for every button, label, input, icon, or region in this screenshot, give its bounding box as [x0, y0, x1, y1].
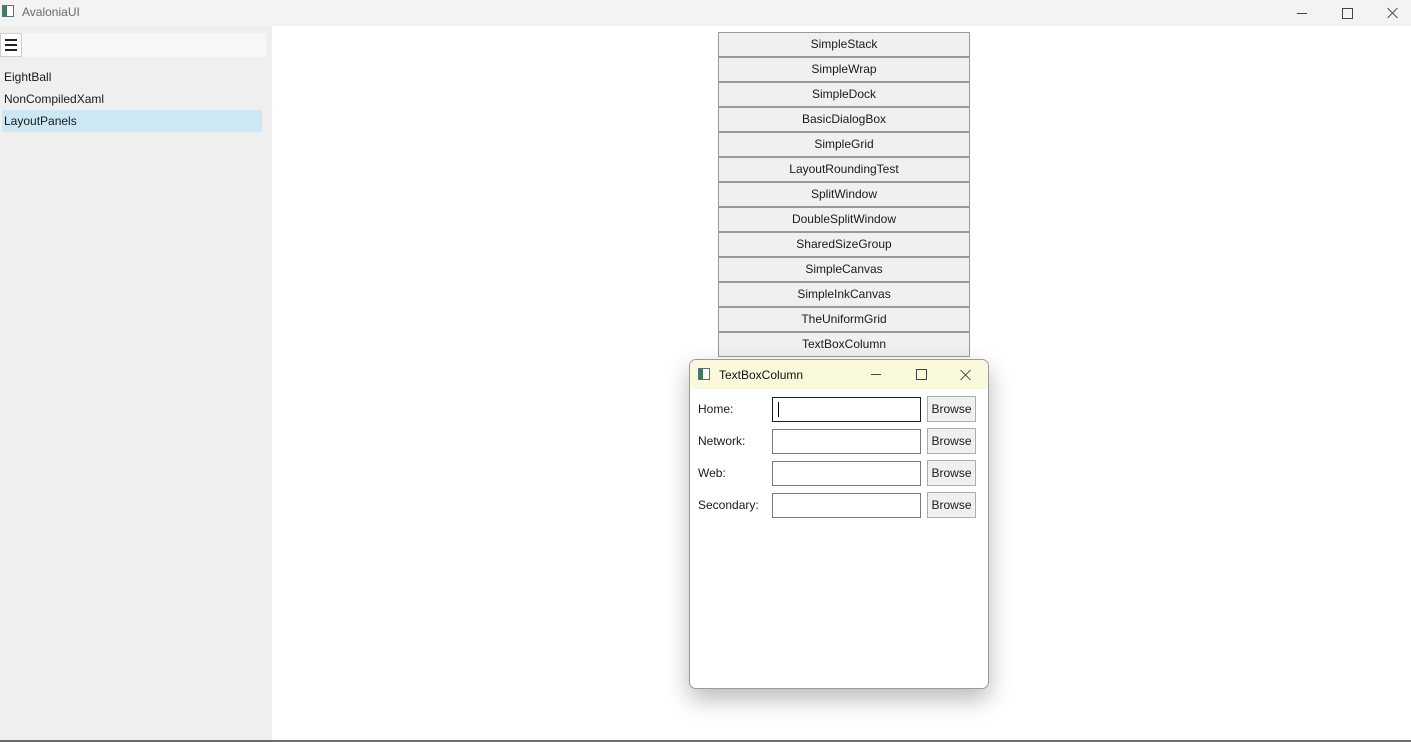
- hamburger-icon-line: [5, 44, 17, 46]
- dialog-title-bar: TextBoxColumn: [690, 360, 988, 389]
- doublesplitwindow-button[interactable]: DoubleSplitWindow: [718, 207, 970, 232]
- close-icon: [1387, 7, 1399, 19]
- sidebar-search-box[interactable]: [22, 33, 266, 57]
- hamburger-icon-line: [5, 39, 17, 41]
- simpleinkcanvas-button[interactable]: SimpleInkCanvas: [718, 282, 970, 307]
- window-title: AvaloniaUI: [22, 5, 80, 19]
- simpledock-button[interactable]: SimpleDock: [718, 82, 970, 107]
- secondary-field-row: Secondary: Browse: [690, 492, 988, 518]
- sharedsizegroup-button[interactable]: SharedSizeGroup: [718, 232, 970, 257]
- minimize-icon: [1297, 12, 1307, 14]
- secondary-label: Secondary:: [698, 498, 759, 512]
- network-browse-button[interactable]: Browse: [927, 428, 976, 454]
- title-bar: AvaloniaUI: [0, 0, 1411, 26]
- web-label: Web:: [698, 466, 726, 480]
- network-label: Network:: [698, 434, 746, 448]
- network-input[interactable]: [772, 429, 921, 454]
- home-field-row: Home: Browse: [690, 396, 988, 422]
- dialog-window-icon: [698, 368, 710, 380]
- textboxcolumn-button[interactable]: TextBoxColumn: [718, 332, 970, 357]
- dialog-title: TextBoxColumn: [719, 368, 804, 382]
- secondary-input[interactable]: [772, 493, 921, 518]
- maximize-icon: [915, 369, 927, 380]
- layout-panels-button-list: SimpleStack SimpleWrap SimpleDock BasicD…: [718, 32, 970, 357]
- close-button[interactable]: [1370, 0, 1411, 26]
- maximize-button[interactable]: [1324, 0, 1370, 26]
- sidebar-item-noncompiledxaml[interactable]: NonCompiledXaml: [2, 88, 262, 110]
- web-browse-button[interactable]: Browse: [927, 460, 976, 486]
- home-browse-button[interactable]: Browse: [927, 396, 976, 422]
- simplecanvas-button[interactable]: SimpleCanvas: [718, 257, 970, 282]
- theuniformgrid-button[interactable]: TheUniformGrid: [718, 307, 970, 332]
- splitwindow-button[interactable]: SplitWindow: [718, 182, 970, 207]
- layoutroundingtest-button[interactable]: LayoutRoundingTest: [718, 157, 970, 182]
- web-input[interactable]: [772, 461, 921, 486]
- sidebar-item-layoutpanels[interactable]: LayoutPanels: [2, 110, 262, 132]
- sidebar-item-eightball[interactable]: EightBall: [2, 66, 262, 88]
- hamburger-icon-line: [5, 49, 17, 51]
- dialog-maximize-button[interactable]: [901, 360, 941, 389]
- home-input[interactable]: [772, 397, 921, 422]
- simplegrid-button[interactable]: SimpleGrid: [718, 132, 970, 157]
- minimize-icon: [871, 374, 881, 375]
- sidebar: EightBall NonCompiledXaml LayoutPanels: [0, 26, 272, 742]
- hamburger-menu-button[interactable]: [0, 33, 22, 57]
- minimize-button[interactable]: [1279, 0, 1325, 26]
- close-icon: [960, 369, 972, 381]
- network-field-row: Network: Browse: [690, 428, 988, 454]
- home-label: Home:: [698, 402, 734, 416]
- textboxcolumn-dialog: TextBoxColumn Home: Browse Network: Brow…: [689, 359, 989, 689]
- simplewrap-button[interactable]: SimpleWrap: [718, 57, 970, 82]
- dialog-close-button[interactable]: [946, 360, 986, 389]
- maximize-icon: [1341, 7, 1353, 19]
- dialog-minimize-button[interactable]: [856, 360, 896, 389]
- sidebar-nav-list: EightBall NonCompiledXaml LayoutPanels: [2, 66, 262, 132]
- app-window-icon: [2, 5, 14, 17]
- web-field-row: Web: Browse: [690, 460, 988, 486]
- basicdialogbox-button[interactable]: BasicDialogBox: [718, 107, 970, 132]
- simplestack-button[interactable]: SimpleStack: [718, 32, 970, 57]
- text-caret: [778, 402, 779, 417]
- app-window: AvaloniaUI EightBall NonCompiledXaml Lay…: [0, 0, 1411, 742]
- secondary-browse-button[interactable]: Browse: [927, 492, 976, 518]
